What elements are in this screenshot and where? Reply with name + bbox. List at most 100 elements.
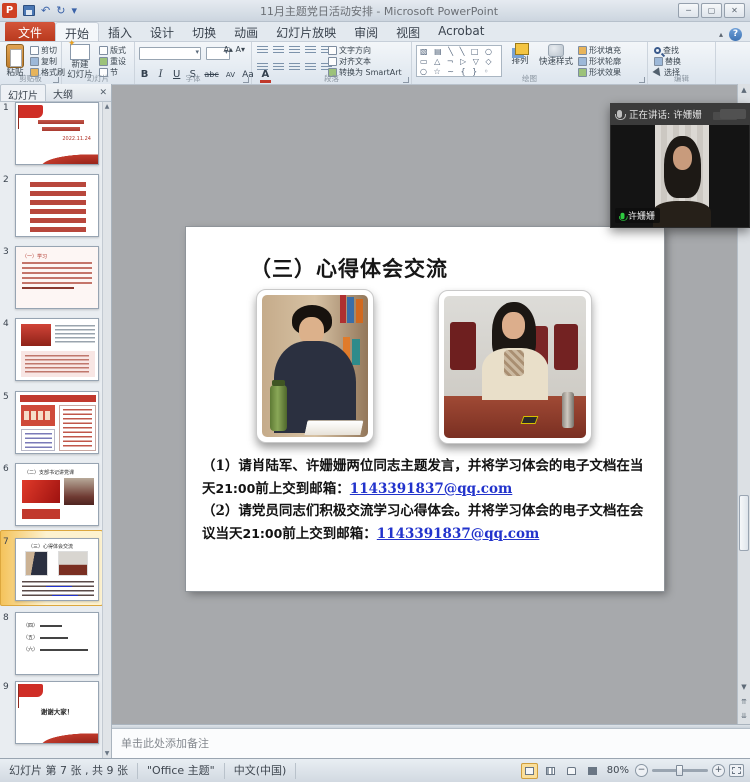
notes-placeholder[interactable]: 单击此处添加备注 (112, 729, 750, 757)
undo-icon[interactable]: ↶ (38, 1, 53, 21)
pane-scrollbar[interactable]: ▲ ▼ (102, 102, 111, 758)
reset-button[interactable]: 重设 (99, 56, 126, 67)
normal-view-button[interactable] (521, 763, 538, 779)
deadline-time-2: 21:00 (243, 526, 283, 541)
shrink-font-icon[interactable]: A▾ (236, 45, 246, 54)
redo-icon[interactable]: ↻ (53, 1, 68, 21)
font-dialog-launcher-icon[interactable] (243, 77, 249, 83)
grow-font-icon[interactable]: A▴ (223, 45, 233, 54)
numbering-icon[interactable] (273, 46, 284, 55)
tab-transitions[interactable]: 切换 (183, 22, 225, 41)
restore-button[interactable]: ▢ (701, 3, 722, 18)
quick-access-dropdown-icon[interactable]: ▾ (68, 1, 80, 21)
tab-acrobat[interactable]: Acrobat (429, 22, 493, 41)
copy-button[interactable]: 复制 (30, 56, 65, 67)
fit-to-window-button[interactable] (729, 764, 744, 777)
tab-outline[interactable]: 大纲 (46, 84, 80, 101)
align-text-button[interactable]: 对齐文本 (328, 56, 410, 67)
tab-file[interactable]: 文件 (5, 22, 55, 41)
arrange-icon (515, 43, 529, 55)
pane-scroll-up-icon[interactable]: ▲ (103, 103, 111, 110)
language-indicator[interactable]: 中文(中国) (225, 763, 297, 779)
align-left-icon[interactable] (257, 63, 268, 72)
tab-animations[interactable]: 动画 (225, 22, 267, 41)
drawing-dialog-launcher-icon[interactable] (639, 77, 645, 83)
reading-view-button[interactable] (563, 763, 580, 779)
close-button[interactable]: ✕ (724, 3, 745, 18)
bullets-icon[interactable] (257, 46, 268, 55)
tab-home[interactable]: 开始 (55, 22, 99, 41)
decrease-indent-icon[interactable] (289, 46, 300, 55)
slideshow-icon (588, 767, 597, 775)
quick-styles-button[interactable]: 快速样式 (536, 44, 576, 67)
tab-view[interactable]: 视图 (387, 22, 429, 41)
replace-icon (654, 57, 663, 66)
replace-button[interactable]: 替换 (654, 56, 714, 67)
scrollbar-thumb[interactable] (739, 495, 749, 551)
slide-thumbnail-8[interactable]: （四） （五） （六） (15, 612, 99, 675)
zoom-slider[interactable] (652, 769, 708, 772)
tab-slideshow[interactable]: 幻灯片放映 (267, 22, 345, 41)
next-slide-icon[interactable]: ⇊ (738, 710, 750, 723)
party-flag-graphic (19, 684, 43, 697)
email-link-2[interactable]: 1143391837@qq.com (377, 526, 540, 542)
tab-review[interactable]: 审阅 (345, 22, 387, 41)
slide-thumbnail-7[interactable]: （三）心得体会交流 (15, 538, 99, 601)
photo-xiao-lujun[interactable] (256, 289, 374, 443)
slide-body-text[interactable]: （1）请肖陆军、许姗姗两位同志主题发言，并将学习体会的电子文档在当天21:00前… (202, 455, 650, 545)
notes-pane[interactable]: 单击此处添加备注 (112, 724, 750, 758)
slide-thumbnail-1[interactable]: 2022.11.24 (15, 102, 99, 165)
tab-design[interactable]: 设计 (141, 22, 183, 41)
grow-shrink-font[interactable]: A▴ A▾ (223, 45, 245, 54)
theme-name[interactable]: "Office 主题" (138, 763, 225, 779)
slide-thumbnail-9[interactable]: 谢谢大家！ (15, 681, 99, 744)
paragraph-dialog-launcher-icon[interactable] (403, 77, 409, 83)
slide-thumbnail-6[interactable]: （二）支部书记讲党课 (15, 463, 99, 526)
text-direction-button[interactable]: 文字方向 (328, 45, 410, 56)
previous-slide-icon[interactable]: ⇈ (738, 696, 750, 709)
ribbon-tab-bar: 文件 开始 插入 设计 切换 动画 幻灯片放映 审阅 视图 Acrobat ▴ … (0, 22, 750, 42)
clipboard-dialog-launcher-icon[interactable] (53, 77, 59, 83)
call-controls-icon[interactable] (720, 109, 746, 119)
cut-button[interactable]: 剪切 (30, 45, 65, 56)
thumbnail-row-3: 3 （一）学习 (0, 246, 103, 312)
find-button[interactable]: 查找 (654, 45, 714, 56)
font-name-combobox[interactable] (139, 47, 201, 60)
scroll-down-icon[interactable]: ▼ (738, 681, 750, 694)
shape-outline-button[interactable]: 形状轮廓 (578, 56, 644, 67)
slide-thumbnail-5[interactable] (15, 391, 99, 454)
zoom-level[interactable]: 80% (607, 765, 629, 776)
align-center-icon[interactable] (273, 63, 284, 72)
thumbnail-row-2: 2 (0, 174, 103, 240)
zoom-slider-thumb[interactable] (676, 765, 683, 776)
slide-title[interactable]: （三）心得体会交流 (250, 253, 448, 283)
increase-indent-icon[interactable] (305, 46, 316, 55)
ribbon-group-clipboard: 粘贴 剪切 复制 格式刷 剪贴板 (0, 42, 62, 84)
slideshow-view-button[interactable] (584, 763, 601, 779)
slide-thumbnail-3[interactable]: （一）学习 (15, 246, 99, 309)
zoom-out-button[interactable]: − (635, 764, 648, 777)
email-link-1[interactable]: 1143391837@qq.com (350, 481, 513, 497)
video-call-header[interactable]: 正在讲话: 许姗姗 (610, 103, 750, 125)
close-pane-icon[interactable]: ✕ (99, 85, 107, 101)
slide-canvas[interactable]: （三）心得体会交流 （1）请肖陆军、许姗姗两位同志 (186, 227, 664, 591)
slide-thumbnail-2[interactable] (15, 174, 99, 237)
pane-scroll-down-icon[interactable]: ▼ (103, 750, 111, 757)
collapse-ribbon-icon[interactable]: ▴ (719, 30, 723, 39)
minimize-button[interactable]: ─ (678, 3, 699, 18)
align-right-icon[interactable] (289, 63, 300, 72)
tab-slides-thumbnails[interactable]: 幻灯片 (0, 84, 46, 101)
justify-icon[interactable] (305, 63, 316, 72)
arrange-button[interactable]: 排列 (506, 44, 534, 66)
layout-button[interactable]: 版式 (99, 45, 126, 56)
save-icon[interactable] (23, 5, 35, 16)
slide-thumbnail-4[interactable] (15, 318, 99, 381)
photo-xu-shanshan[interactable] (438, 290, 592, 444)
tab-insert[interactable]: 插入 (99, 22, 141, 41)
help-icon[interactable]: ? (729, 28, 742, 41)
shape-fill-button[interactable]: 形状填充 (578, 45, 644, 56)
text-direction-icon (328, 46, 337, 55)
slide-sorter-view-button[interactable] (542, 763, 559, 779)
zoom-in-button[interactable]: + (712, 764, 725, 777)
scroll-up-icon[interactable]: ▲ (738, 84, 750, 97)
